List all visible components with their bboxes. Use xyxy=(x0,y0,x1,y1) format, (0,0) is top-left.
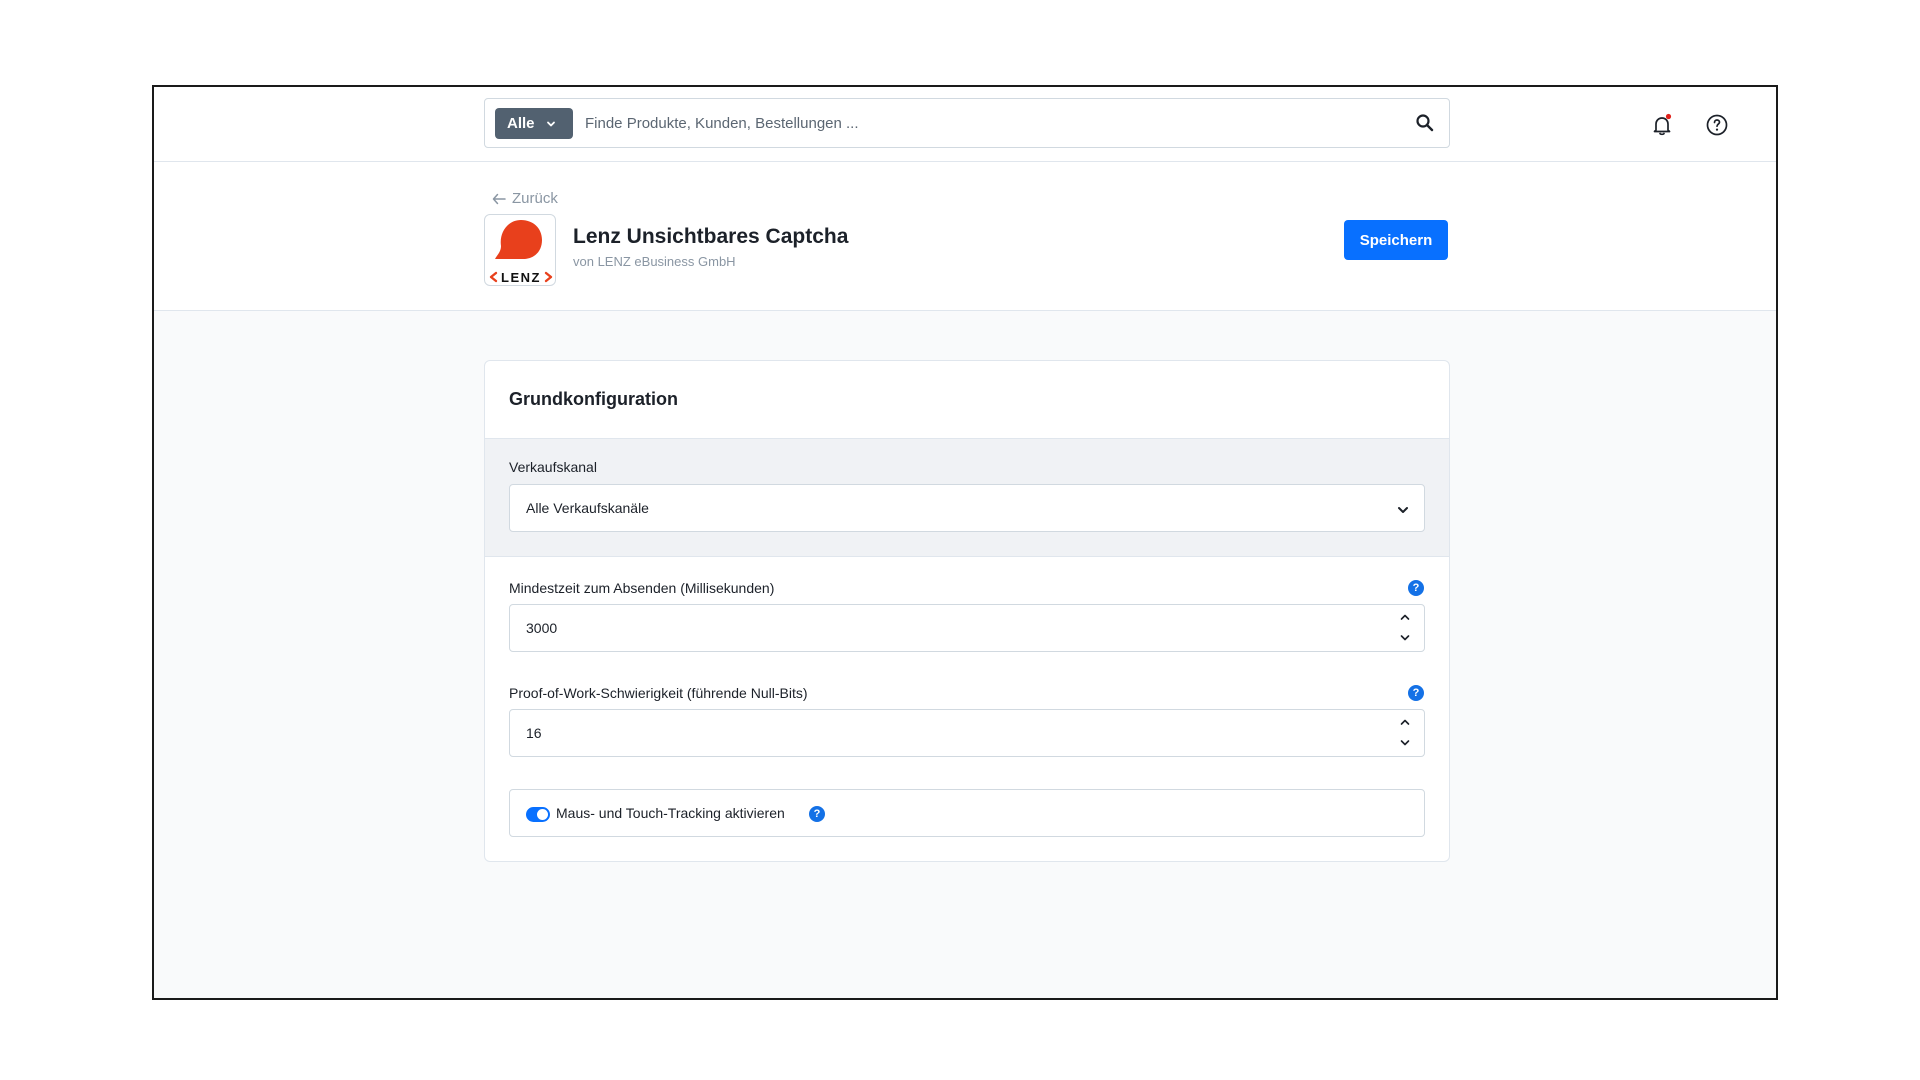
search-type-dropdown[interactable]: Alle xyxy=(495,108,573,139)
basic-configuration-card: Grundkonfiguration Verkaufskanal Alle Ve… xyxy=(484,360,1450,862)
toggle-knob xyxy=(537,809,548,820)
tracking-help-icon[interactable]: ? xyxy=(809,806,825,822)
arrow-left-icon xyxy=(492,193,506,204)
extension-vendor: von LENZ eBusiness GmbH xyxy=(573,254,736,269)
sales-channel-label: Verkaufskanal xyxy=(509,459,597,475)
decrement-chevron-down-icon[interactable] xyxy=(1398,631,1412,645)
search-input[interactable] xyxy=(585,108,1385,139)
back-label: Zurück xyxy=(512,190,558,207)
top-bar: Alle xyxy=(154,87,1776,162)
extension-header xyxy=(154,162,1776,311)
global-search: Alle xyxy=(484,98,1450,148)
admin-window: Alle Zurück xyxy=(152,85,1778,1000)
min-time-value: 3000 xyxy=(526,620,558,636)
tracking-toggle-label: Maus- und Touch-Tracking aktivieren xyxy=(556,805,785,821)
save-button[interactable]: Speichern xyxy=(1344,220,1448,260)
notification-bell-icon[interactable] xyxy=(1650,113,1674,137)
pow-difficulty-input[interactable]: 16 xyxy=(509,709,1425,757)
tracking-toggle-switch[interactable] xyxy=(526,807,550,822)
help-icon[interactable] xyxy=(1705,113,1729,137)
extension-title: Lenz Unsichtbares Captcha xyxy=(573,225,849,248)
search-type-label: Alle xyxy=(507,115,535,132)
pow-difficulty-value: 16 xyxy=(526,725,542,741)
min-time-label: Mindestzeit zum Absenden (Millisekunden) xyxy=(509,580,775,596)
increment-chevron-up-icon[interactable] xyxy=(1398,715,1412,729)
notification-dot xyxy=(1665,113,1672,120)
card-title: Grundkonfiguration xyxy=(509,389,678,409)
tracking-toggle-row: Maus- und Touch-Tracking aktivieren ? xyxy=(509,789,1425,837)
sales-channel-select[interactable]: Alle Verkaufskanäle xyxy=(509,484,1425,532)
sales-channel-value: Alle Verkaufskanäle xyxy=(526,500,649,516)
back-link[interactable]: Zurück xyxy=(492,190,558,207)
chevron-down-icon xyxy=(546,121,555,126)
decrement-chevron-down-icon[interactable] xyxy=(1398,736,1412,750)
pow-difficulty-label: Proof-of-Work-Schwierigkeit (führende Nu… xyxy=(509,685,808,701)
chevron-down-icon xyxy=(1398,507,1408,513)
logo-wordmark: LENZ xyxy=(501,270,541,285)
lenz-logo: LENZ xyxy=(489,220,553,285)
sales-channel-section: Verkaufskanal Alle Verkaufskanäle xyxy=(485,438,1449,557)
increment-chevron-up-icon[interactable] xyxy=(1398,610,1412,624)
min-time-input[interactable]: 3000 xyxy=(509,604,1425,652)
extension-logo: LENZ xyxy=(484,214,556,286)
pow-difficulty-help-icon[interactable]: ? xyxy=(1408,685,1424,701)
min-time-help-icon[interactable]: ? xyxy=(1408,580,1424,596)
search-icon[interactable] xyxy=(1415,113,1435,133)
